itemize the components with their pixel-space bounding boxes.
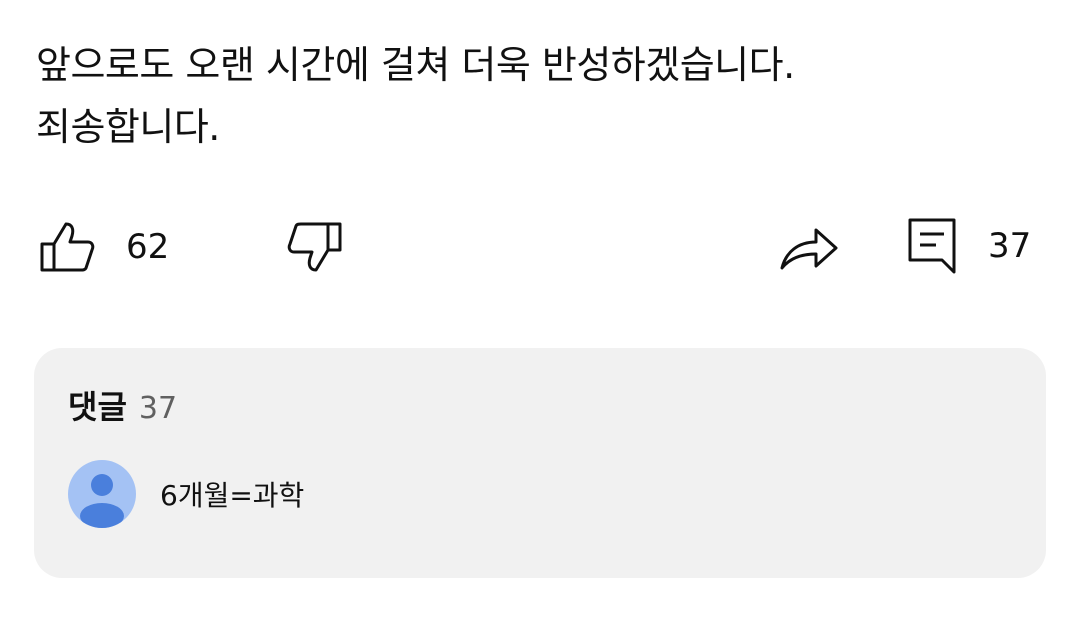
post-line-1: 앞으로도 오랜 시간에 걸쳐 더욱 반성하겠습니다. xyxy=(36,43,795,87)
post-line-2: 죄송합니다. xyxy=(36,105,220,149)
comments-header: 댓글 37 xyxy=(68,382,177,428)
share-button[interactable] xyxy=(776,222,840,274)
comment-icon xyxy=(906,216,958,276)
dislike-button[interactable] xyxy=(286,220,344,274)
comment-preview-text: 6개월=과학 xyxy=(160,479,305,512)
comment-count: 37 xyxy=(988,226,1032,266)
thumb-down-icon xyxy=(286,220,344,274)
like-button[interactable]: 62 xyxy=(38,220,169,274)
default-avatar-icon xyxy=(68,460,136,528)
comment-preview[interactable]: 6개월=과학 xyxy=(68,460,304,528)
comments-title: 댓글 xyxy=(68,388,127,426)
share-icon xyxy=(776,222,840,274)
post-text: 앞으로도 오랜 시간에 걸쳐 더욱 반성하겠습니다. 죄송합니다. xyxy=(36,34,1036,158)
comments-card[interactable]: 댓글 37 6개월=과학 xyxy=(34,348,1046,578)
like-count: 62 xyxy=(126,227,170,267)
action-bar: 62 37 xyxy=(0,214,1080,280)
comments-count: 37 xyxy=(138,391,178,426)
comment-button[interactable]: 37 xyxy=(906,216,1031,276)
thumb-up-icon xyxy=(38,220,96,274)
